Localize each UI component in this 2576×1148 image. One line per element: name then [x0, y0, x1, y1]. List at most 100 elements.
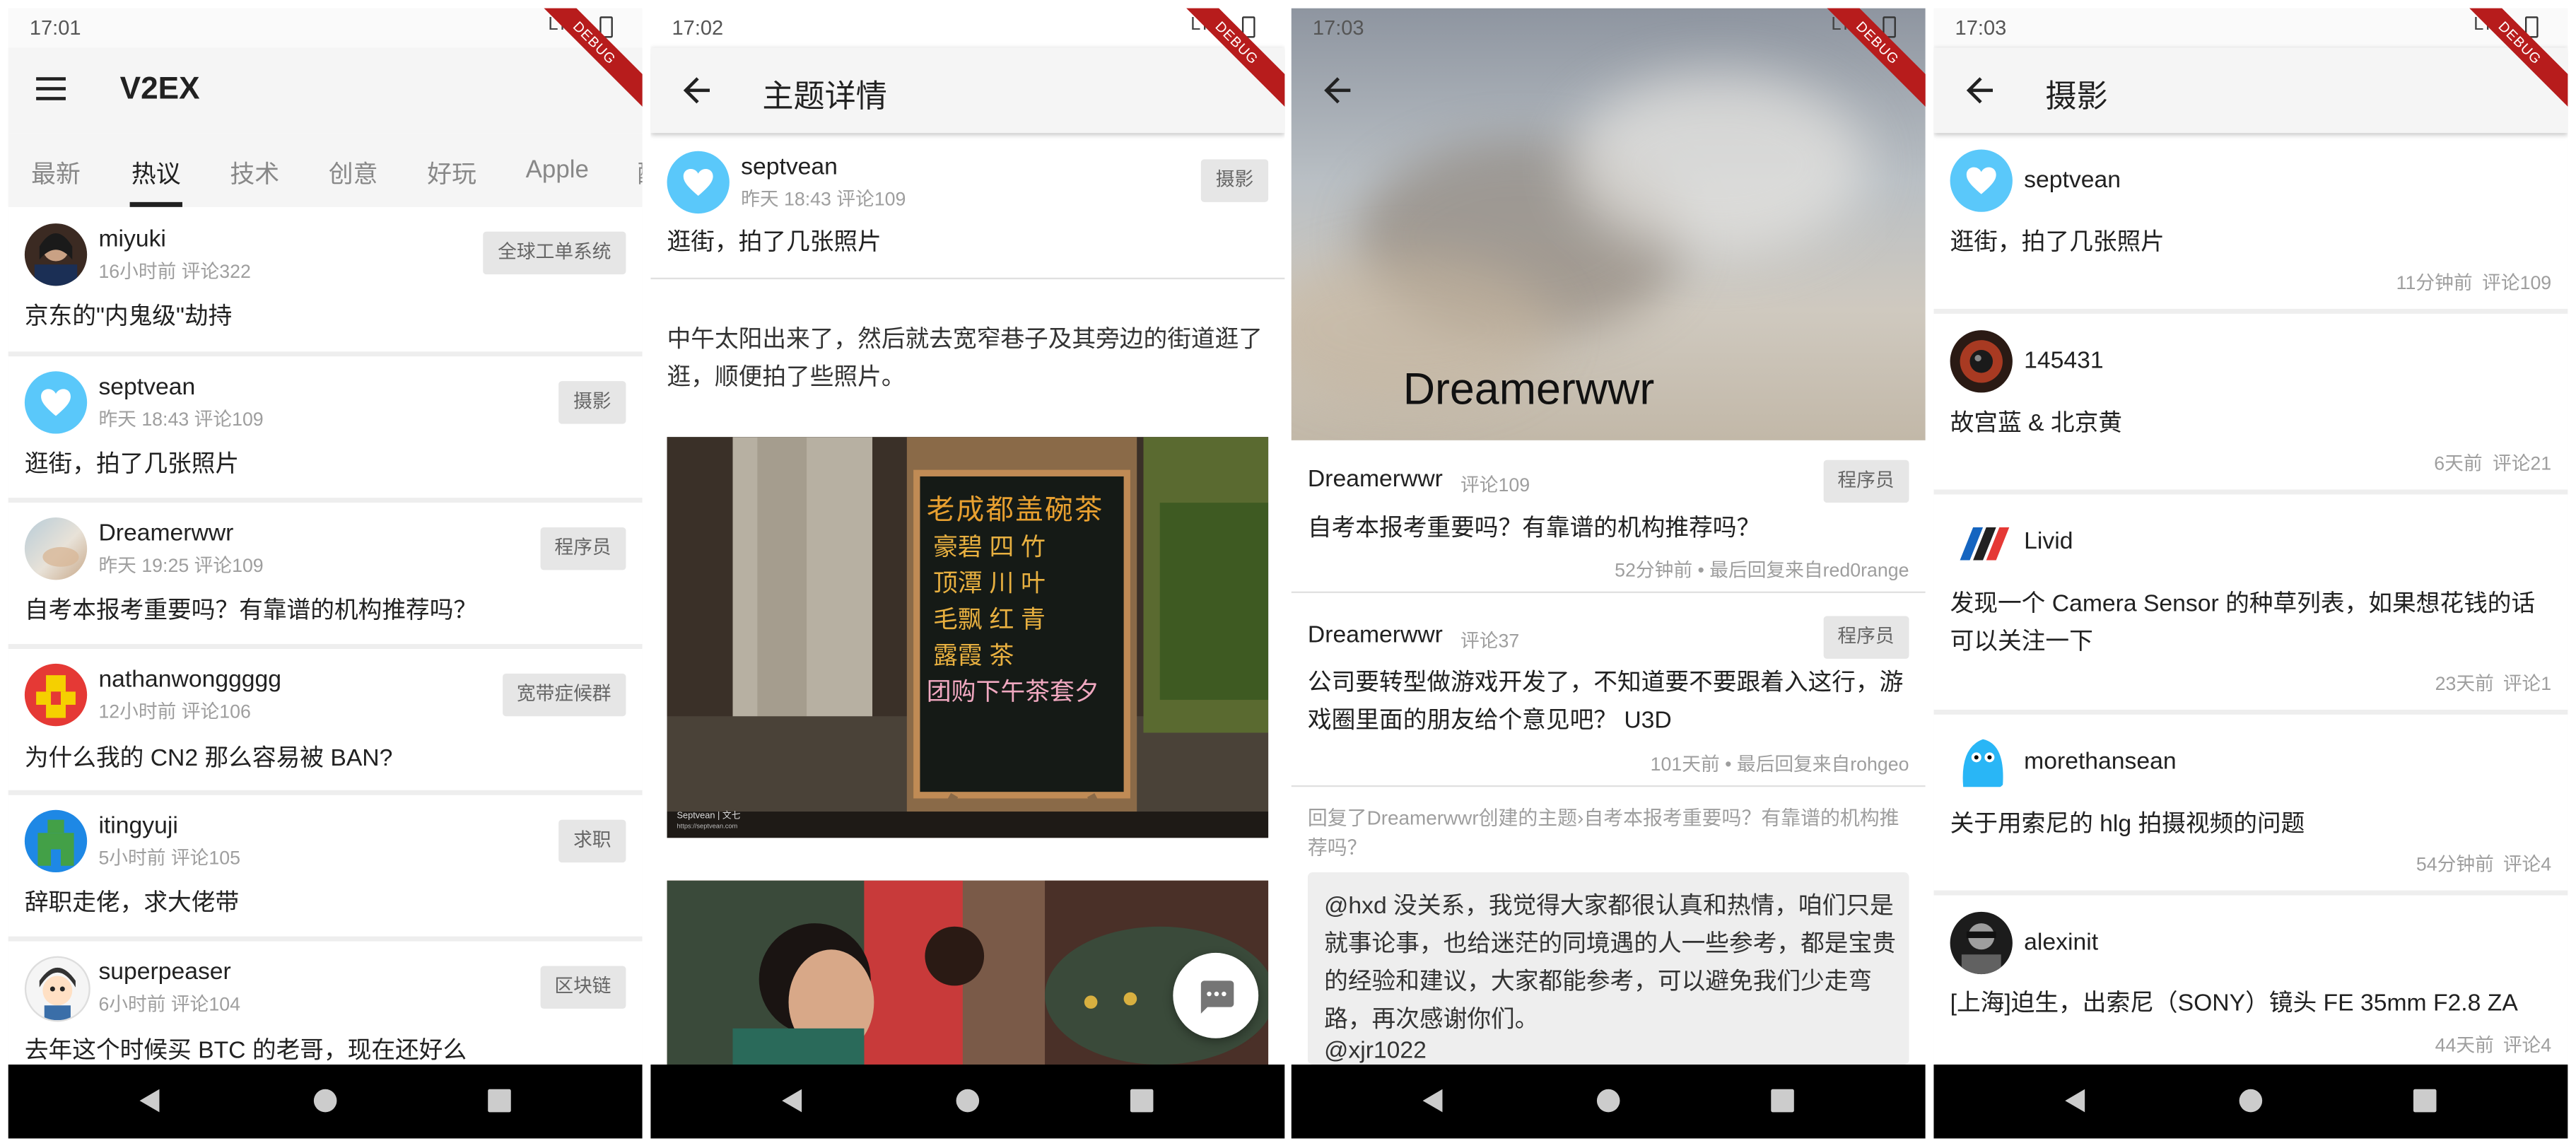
- topic-item[interactable]: itingyuji 5小时前 评论105 求职 辞职走佬，求大佬带: [8, 795, 643, 937]
- nav-recents-icon[interactable]: [1130, 1089, 1154, 1113]
- avatar[interactable]: [667, 151, 730, 214]
- topic-title[interactable]: 发现一个 Camera Sensor 的种草列表，如果想花钱的话可以关注一下: [1950, 587, 2548, 662]
- topic-title[interactable]: 逛街，拍了几张照片: [25, 447, 239, 484]
- node-tag[interactable]: 求职: [558, 819, 626, 863]
- topic-title[interactable]: [上海]迫生，出索尼（SONY）镜头 FE 35mm F2.8 ZA: [1950, 985, 2518, 1023]
- tab-latest[interactable]: 最新: [31, 156, 81, 191]
- nav-recents-icon[interactable]: [1771, 1089, 1794, 1113]
- back-arrow-icon[interactable]: [1318, 71, 1357, 110]
- node-tag[interactable]: 宽带症候群: [501, 673, 626, 717]
- avatar[interactable]: [24, 517, 88, 580]
- avatar[interactable]: [1950, 149, 2013, 212]
- nav-home-icon[interactable]: [313, 1089, 337, 1113]
- avatar[interactable]: [24, 223, 88, 286]
- node-tag[interactable]: 摄影: [558, 381, 626, 424]
- node-tag[interactable]: 程序员: [539, 527, 626, 570]
- username[interactable]: Dreamerwwr: [98, 521, 233, 547]
- avatar[interactable]: [1950, 731, 2013, 794]
- system-nav-bar: [1291, 1064, 1926, 1139]
- topic-photo[interactable]: 老成都盖碗茶 豪碧 四 竹 顶潭 川 叶 毛飘 红 青 露霞 茶 团购下午茶套夕…: [667, 437, 1269, 838]
- heart-icon: [41, 389, 71, 416]
- chalk-line: 豪碧 四 竹: [933, 534, 1046, 562]
- username[interactable]: Dreamerwwr: [1308, 467, 1443, 493]
- avatar[interactable]: [24, 371, 88, 434]
- topic-item[interactable]: septvean 昨天 18:43 评论109 摄影 逛街，拍了几张照片: [8, 356, 643, 498]
- reply-fab[interactable]: [1173, 952, 1259, 1038]
- nav-home-icon[interactable]: [956, 1089, 980, 1113]
- author-name[interactable]: septvean: [741, 154, 838, 180]
- topic-title[interactable]: 自考本报考重要吗？有靠谱的机构推荐吗？: [25, 593, 477, 631]
- topic-item[interactable]: morethansean 关于用索尼的 hlg 拍摄视频的问题 54分钟前 评论…: [1933, 714, 2568, 891]
- username[interactable]: morethansean: [2024, 749, 2176, 775]
- screen-home: 17:01 LTE DEBUG V2EX 最新 热议 技术 创意 好玩 Appl…: [8, 8, 643, 1139]
- nav-recents-icon[interactable]: [2413, 1089, 2437, 1113]
- status-bar: 17:03 LTE: [1292, 8, 1926, 48]
- back-arrow-icon[interactable]: [677, 71, 716, 110]
- avatar[interactable]: [1950, 510, 2013, 574]
- topic-item[interactable]: Dreamerwwr 评论37 程序员 公司要转型做游戏开发了，不知道要不要跟着…: [1292, 594, 1926, 783]
- avatar[interactable]: [1950, 330, 2013, 393]
- avatar[interactable]: [24, 809, 88, 873]
- node-tag[interactable]: 程序员: [1822, 616, 1909, 659]
- topic-title[interactable]: 自考本报考重要吗？有靠谱的机构推荐吗？: [1308, 511, 1760, 549]
- topic-item[interactable]: superpeaser 6小时前 评论104 区块链 去年这个时候买 BTC 的…: [8, 941, 643, 1083]
- topic-title[interactable]: 公司要转型做游戏开发了，不知道要不要跟着入这行，游戏圈里面的朋友给个意见吧？ U…: [1308, 665, 1906, 741]
- username[interactable]: miyuki: [98, 227, 166, 253]
- node-tag[interactable]: 全球工单系统: [483, 231, 626, 275]
- topic-title[interactable]: 逛街，拍了几张照片: [1950, 225, 2165, 262]
- topic-title[interactable]: 为什么我的 CN2 那么容易被 BAN?: [25, 741, 393, 778]
- comment-icon: [1200, 980, 1234, 1014]
- heart-icon: [683, 168, 713, 196]
- username[interactable]: septvean: [98, 375, 195, 401]
- nav-back-icon[interactable]: [2065, 1089, 2085, 1113]
- tab-apple[interactable]: Apple: [526, 156, 589, 184]
- topic-item[interactable]: alexinit [上海]迫生，出索尼（SONY）镜头 FE 35mm F2.8…: [1933, 895, 2568, 1072]
- topic-item[interactable]: miyuki 16小时前 评论322 全球工单系统 京东的"内鬼级"劫持: [8, 206, 643, 352]
- node-tag[interactable]: 程序员: [1822, 459, 1909, 503]
- username[interactable]: Livid: [2024, 529, 2073, 555]
- nav-home-icon[interactable]: [1596, 1089, 1620, 1113]
- node-tag[interactable]: 摄影: [1200, 159, 1269, 202]
- avatar[interactable]: [1950, 911, 2013, 975]
- username[interactable]: alexinit: [2024, 930, 2098, 956]
- nav-back-icon[interactable]: [139, 1089, 160, 1113]
- username[interactable]: septvean: [2024, 168, 2121, 194]
- system-nav-bar: [1933, 1064, 2568, 1139]
- nav-home-icon[interactable]: [2239, 1089, 2263, 1113]
- nav-recents-icon[interactable]: [488, 1089, 511, 1113]
- tab-creative[interactable]: 创意: [329, 156, 378, 191]
- node-tag[interactable]: 区块链: [539, 966, 626, 1009]
- nav-back-icon[interactable]: [1422, 1089, 1443, 1113]
- hamburger-menu-icon[interactable]: [36, 77, 66, 103]
- username[interactable]: Dreamerwwr: [1308, 623, 1443, 649]
- chalk-line: 露霞 茶: [933, 642, 1014, 671]
- screen-topic-detail: 17:02 LTE DEBUG 主题详情 septvean 昨天 18:43 评…: [650, 8, 1285, 1139]
- comment-count: 评论4: [2502, 855, 2552, 876]
- username[interactable]: superpeaser: [98, 959, 230, 985]
- avatar[interactable]: [24, 956, 90, 1022]
- comment-count: 评论109: [1460, 476, 1530, 496]
- divider: [1933, 890, 2568, 896]
- topic-item[interactable]: septvean 逛街，拍了几张照片 11分钟前 评论109: [1933, 133, 2568, 309]
- nav-back-icon[interactable]: [782, 1089, 802, 1113]
- topic-item[interactable]: Dreamerwwr 昨天 19:25 评论109 程序员 自考本报考重要吗？有…: [8, 503, 643, 645]
- topic-item[interactable]: Livid 发现一个 Camera Sensor 的种草列表，如果想花钱的话可以…: [1933, 494, 2568, 710]
- back-arrow-icon[interactable]: [1960, 71, 2000, 110]
- topic-title[interactable]: 关于用索尼的 hlg 拍摄视频的问题: [1950, 807, 2305, 844]
- topic-title[interactable]: 故宫蓝 & 北京黄: [1950, 406, 2122, 443]
- username[interactable]: itingyuji: [98, 813, 177, 839]
- topic-title[interactable]: 辞职走佬，求大佬带: [25, 886, 239, 923]
- tab-cool[interactable]: 酷: [638, 156, 643, 191]
- tab-tech[interactable]: 技术: [230, 156, 279, 191]
- topic-meta: 12小时前 评论106: [98, 703, 251, 723]
- tab-fun[interactable]: 好玩: [427, 156, 476, 191]
- tab-hot[interactable]: 热议: [131, 156, 181, 191]
- username[interactable]: 145431: [2024, 348, 2103, 375]
- topic-item[interactable]: 145431 故宫蓝 & 北京黄 6天前 评论21: [1933, 313, 2568, 490]
- username[interactable]: nathanwonggggg: [98, 667, 281, 693]
- topic-item[interactable]: nathanwonggggg 12小时前 评论106 宽带症候群 为什么我的 C…: [8, 648, 643, 790]
- reply-header[interactable]: 回复了Dreamerwwr创建的主题›自考本报考重要吗？有靠谱的机构推荐吗？: [1308, 803, 1906, 862]
- topic-title[interactable]: 京东的"内鬼级"劫持: [25, 299, 233, 336]
- avatar[interactable]: [24, 663, 88, 727]
- topic-item[interactable]: Dreamerwwr 评论109 程序员 自考本报考重要吗？有靠谱的机构推荐吗？…: [1292, 440, 1926, 590]
